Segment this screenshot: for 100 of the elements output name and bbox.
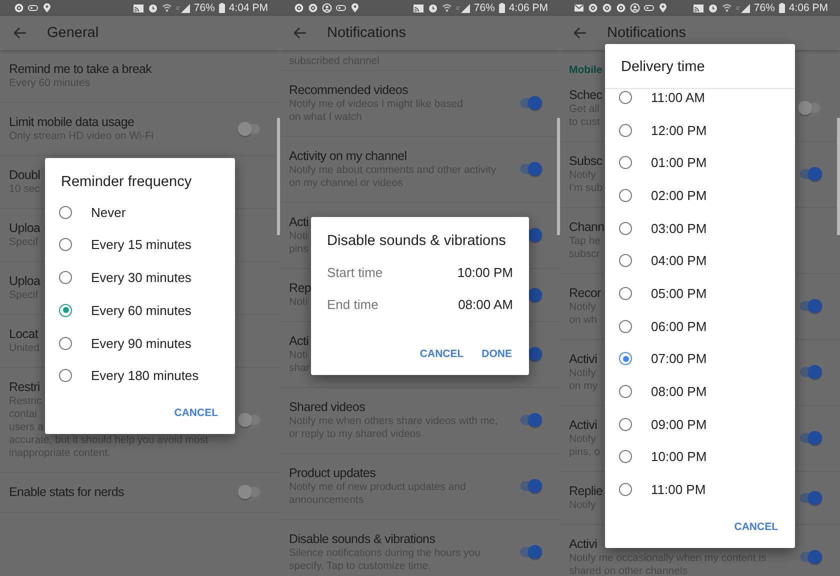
signal-icon (176, 3, 190, 13)
option-label: Every 30 minutes (91, 270, 192, 286)
toggle-switch[interactable] (798, 167, 822, 181)
option-label: 10:00 PM (651, 449, 707, 464)
toggle-switch[interactable] (798, 365, 822, 379)
toggle-switch[interactable] (238, 485, 262, 499)
badge-icon (336, 3, 346, 13)
radio-button[interactable] (619, 483, 632, 496)
section-header: Mobile (569, 63, 602, 78)
cancel-button[interactable]: CANCEL (166, 398, 226, 428)
setting-title: Recor (569, 285, 601, 301)
option-label: 12:00 PM (651, 122, 707, 138)
setting-title: Replie (569, 483, 603, 499)
option-label: 02:00 PM (651, 188, 707, 203)
setting-title: Shared videos (289, 399, 366, 415)
toggle-switch[interactable] (518, 162, 542, 176)
radio-button[interactable] (619, 418, 632, 431)
setting-title: Acti (289, 214, 309, 230)
setting-title: Chann (569, 219, 604, 235)
battery-percentage: 76% (754, 2, 775, 14)
setting-title: Product updates (289, 465, 376, 481)
setting-title: Restri (9, 379, 40, 395)
badge-icon (644, 3, 654, 13)
alarm-icon (708, 3, 718, 13)
radio-button[interactable] (619, 352, 632, 366)
back-arrow-icon[interactable] (293, 27, 307, 39)
back-arrow-icon[interactable] (573, 27, 587, 39)
cancel-button[interactable]: CANCEL (726, 512, 786, 542)
option-label: 07:00 PM (651, 351, 707, 366)
setting-title: Activi (569, 536, 598, 552)
radio-button[interactable] (619, 188, 632, 202)
radio-button[interactable] (619, 156, 632, 170)
option-label: 03:00 PM (651, 220, 707, 236)
toggle-switch[interactable] (798, 431, 822, 445)
battery-percentage: 76% (474, 2, 495, 14)
toggle-switch[interactable] (798, 101, 822, 115)
time-label: End time (327, 296, 378, 312)
battery-icon (778, 3, 785, 13)
wifi-icon (162, 3, 172, 13)
dialog-title: Disable sounds & vibrations (326, 232, 507, 251)
toggle-switch[interactable] (798, 550, 822, 564)
mail-icon (574, 3, 584, 13)
radio-button[interactable] (619, 124, 632, 137)
confirm-button[interactable]: DONE (474, 339, 520, 369)
setting-title: Uploa (9, 220, 40, 236)
option-label: Every 15 minutes (91, 237, 192, 252)
signal-icon (456, 3, 470, 13)
setting-title: Doubl (9, 167, 40, 183)
option-label: 08:00 PM (651, 384, 707, 400)
location-pin-icon (350, 3, 360, 13)
radio-button[interactable] (59, 336, 72, 350)
location-pin-icon (42, 3, 52, 13)
option-label: Never (91, 204, 126, 220)
setting-title: Limit mobile data usage (9, 114, 134, 130)
toggle-switch[interactable] (518, 479, 542, 493)
setting-title: Activity on my channel (289, 148, 407, 164)
badge-icon (28, 3, 38, 13)
status-time: 4:06 PM (788, 2, 828, 14)
radio-button[interactable] (59, 206, 72, 219)
radio-button[interactable] (59, 271, 72, 284)
radio-button[interactable] (619, 385, 632, 398)
setting-title: Remind me to take a break (9, 61, 152, 77)
setting-title: Rep (289, 280, 312, 296)
cancel-button[interactable]: CANCEL (412, 339, 472, 369)
radio-button[interactable] (619, 450, 632, 464)
toggle-switch[interactable] (238, 122, 262, 136)
radio-button[interactable] (619, 254, 632, 268)
toggle-switch[interactable] (798, 299, 822, 313)
toggle-switch[interactable] (518, 545, 542, 559)
radio-button[interactable] (619, 320, 632, 333)
setting-title: Schec (569, 87, 602, 103)
wifi-icon (722, 3, 732, 13)
radio-button[interactable] (619, 222, 632, 235)
option-label: 06:00 PM (651, 318, 707, 334)
account-icon (322, 3, 332, 13)
radio-button[interactable] (59, 304, 72, 317)
setting-title: Disable sounds & vibrations (289, 531, 436, 547)
option-label: Every 180 minutes (91, 368, 199, 384)
radio-button[interactable] (619, 286, 632, 300)
battery-icon (218, 3, 225, 13)
radio-button[interactable] (619, 90, 632, 104)
time-label: Start time (327, 264, 383, 280)
battery-percentage: 76% (194, 2, 215, 14)
toggle-switch[interactable] (518, 413, 542, 427)
screen-title: General (47, 25, 99, 41)
screen-title: Notifications (327, 25, 406, 41)
back-arrow-icon[interactable] (13, 27, 27, 39)
radio-button[interactable] (59, 238, 72, 252)
setting-title: Activi (569, 417, 598, 433)
option-label: 09:00 PM (651, 416, 707, 432)
toggle-switch[interactable] (238, 412, 262, 426)
signal-icon (736, 3, 750, 13)
time-value: 10:00 PM (457, 264, 513, 280)
alarm-icon (148, 3, 158, 13)
toggle-switch[interactable] (518, 96, 542, 110)
option-label: Every 60 minutes (91, 302, 192, 318)
location-pin-icon (658, 3, 668, 13)
toggle-switch[interactable] (798, 490, 822, 504)
cast-icon (132, 4, 144, 12)
radio-button[interactable] (59, 369, 72, 382)
